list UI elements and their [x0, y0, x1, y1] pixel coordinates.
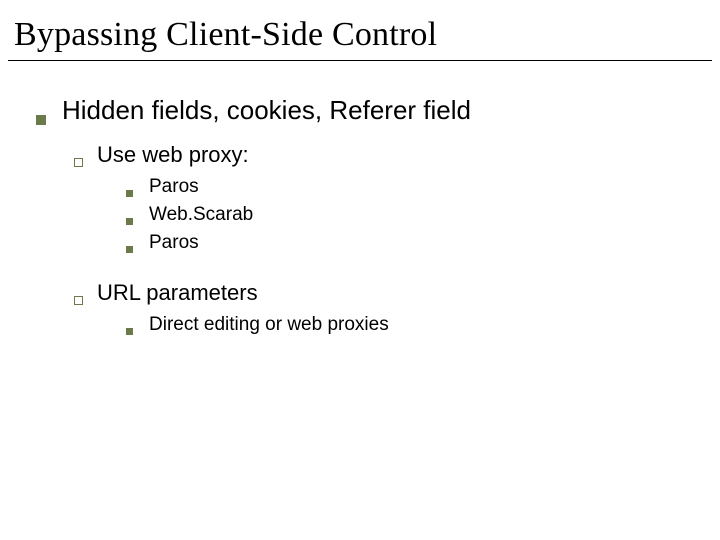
bullet-level3: Paros [0, 232, 720, 254]
square-tiny-icon [126, 190, 133, 197]
level3-text: Paros [149, 232, 199, 254]
bullet-level3: Web.Scarab [0, 204, 720, 226]
slide-content: Hidden fields, cookies, Referer field Us… [0, 61, 720, 336]
level2-text: Use web proxy: [97, 142, 249, 168]
bullet-level3: Paros [0, 176, 720, 198]
level3-text: Web.Scarab [149, 204, 253, 226]
square-outline-icon [74, 158, 83, 167]
square-tiny-icon [126, 328, 133, 335]
level3-text: Paros [149, 176, 199, 198]
slide-title: Bypassing Client-Side Control [0, 0, 720, 60]
level2-text: URL parameters [97, 280, 258, 306]
level3-text: Direct editing or web proxies [149, 314, 389, 336]
square-bullet-icon [36, 115, 46, 125]
bullet-level2: URL parameters [0, 280, 720, 306]
square-tiny-icon [126, 218, 133, 225]
bullet-level3: Direct editing or web proxies [0, 314, 720, 336]
bullet-level1: Hidden fields, cookies, Referer field [0, 95, 720, 126]
bullet-level2: Use web proxy: [0, 142, 720, 168]
level1-text: Hidden fields, cookies, Referer field [62, 95, 471, 126]
square-outline-icon [74, 296, 83, 305]
square-tiny-icon [126, 246, 133, 253]
